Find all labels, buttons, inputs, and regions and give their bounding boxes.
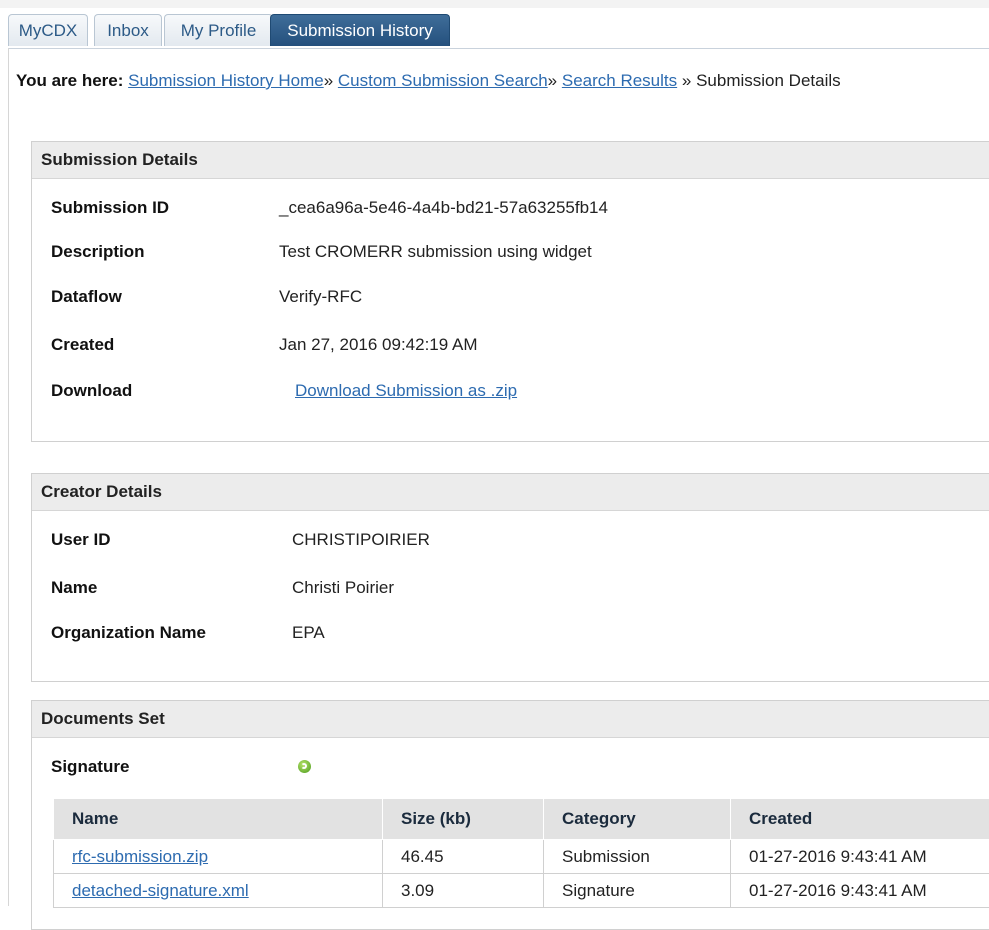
name-row: Name Christi Poirier	[32, 578, 989, 602]
top-strip	[0, 0, 989, 8]
creator-details-panel: Creator Details User ID CHRISTIPOIRIER N…	[31, 473, 989, 682]
breadcrumb-current: Submission Details	[696, 71, 841, 90]
organization-value: EPA	[292, 623, 325, 643]
name-label: Name	[51, 578, 97, 598]
signature-label: Signature	[51, 757, 129, 777]
table-header-row: Name Size (kb) Category Created	[54, 799, 989, 840]
creator-details-header: Creator Details	[32, 474, 989, 511]
organization-label: Organization Name	[51, 623, 206, 643]
signature-row: Signature	[32, 757, 989, 781]
created-label: Created	[51, 335, 114, 355]
dataflow-row: Dataflow Verify-RFC	[32, 287, 989, 311]
created-value: Jan 27, 2016 09:42:19 AM	[279, 335, 478, 355]
table-row: rfc-submission.zip 46.45 Submission 01-2…	[54, 840, 989, 874]
breadcrumb-separator: »	[682, 71, 691, 90]
dataflow-value: Verify-RFC	[279, 287, 362, 307]
submission-details-header: Submission Details	[32, 142, 989, 179]
description-row: Description Test CROMERR submission usin…	[32, 242, 989, 266]
breadcrumb-separator: »	[324, 71, 333, 90]
content-left-border	[8, 48, 9, 906]
created-row: Created Jan 27, 2016 09:42:19 AM	[32, 335, 989, 359]
tab-my-profile[interactable]: My Profile	[164, 14, 273, 46]
document-name-cell: rfc-submission.zip	[54, 840, 383, 874]
organization-row: Organization Name EPA	[32, 623, 989, 647]
user-id-row: User ID CHRISTIPOIRIER	[32, 530, 989, 554]
tab-submission-history[interactable]: Submission History	[270, 14, 450, 46]
user-id-value: CHRISTIPOIRIER	[292, 530, 430, 550]
submission-id-row: Submission ID _cea6a96a-5e46-4a4b-bd21-5…	[32, 198, 989, 222]
breadcrumb-link-search-results[interactable]: Search Results	[562, 71, 677, 90]
tab-mycdx[interactable]: MyCDX	[8, 14, 88, 46]
column-header-name[interactable]: Name	[54, 799, 383, 840]
breadcrumb-link-custom-search[interactable]: Custom Submission Search	[338, 71, 548, 90]
document-size-cell: 46.45	[383, 840, 544, 874]
breadcrumb: You are here: Submission History Home» C…	[16, 71, 841, 91]
document-created-cell: 01-27-2016 9:43:41 AM	[731, 874, 989, 908]
tab-inbox[interactable]: Inbox	[94, 14, 162, 46]
user-id-label: User ID	[51, 530, 111, 550]
submission-details-panel: Submission Details Submission ID _cea6a9…	[31, 141, 989, 442]
document-link[interactable]: rfc-submission.zip	[72, 847, 208, 866]
column-header-created[interactable]: Created	[731, 799, 989, 840]
document-name-cell: detached-signature.xml	[54, 874, 383, 908]
download-label: Download	[51, 381, 132, 401]
documents-set-header: Documents Set	[32, 701, 989, 738]
breadcrumb-prefix: You are here:	[16, 71, 123, 90]
signature-refresh-icon[interactable]	[298, 760, 311, 773]
download-row: Download Download Submission as .zip	[32, 381, 989, 405]
submission-id-value: _cea6a96a-5e46-4a4b-bd21-57a63255fb14	[279, 198, 608, 218]
documents-set-panel: Documents Set Signature Name Size (kb) C…	[31, 700, 989, 930]
tab-underline	[8, 48, 989, 49]
breadcrumb-link-history-home[interactable]: Submission History Home	[128, 71, 324, 90]
name-value: Christi Poirier	[292, 578, 394, 598]
description-value: Test CROMERR submission using widget	[279, 242, 592, 262]
dataflow-label: Dataflow	[51, 287, 122, 307]
document-category-cell: Signature	[544, 874, 731, 908]
document-category-cell: Submission	[544, 840, 731, 874]
description-label: Description	[51, 242, 145, 262]
column-header-size[interactable]: Size (kb)	[383, 799, 544, 840]
column-header-category[interactable]: Category	[544, 799, 731, 840]
document-size-cell: 3.09	[383, 874, 544, 908]
documents-table: Name Size (kb) Category Created rfc-subm…	[53, 798, 989, 908]
breadcrumb-separator: »	[548, 71, 557, 90]
document-created-cell: 01-27-2016 9:43:41 AM	[731, 840, 989, 874]
submission-id-label: Submission ID	[51, 198, 169, 218]
table-row: detached-signature.xml 3.09 Signature 01…	[54, 874, 989, 908]
download-zip-link[interactable]: Download Submission as .zip	[295, 381, 517, 401]
document-link[interactable]: detached-signature.xml	[72, 881, 249, 900]
